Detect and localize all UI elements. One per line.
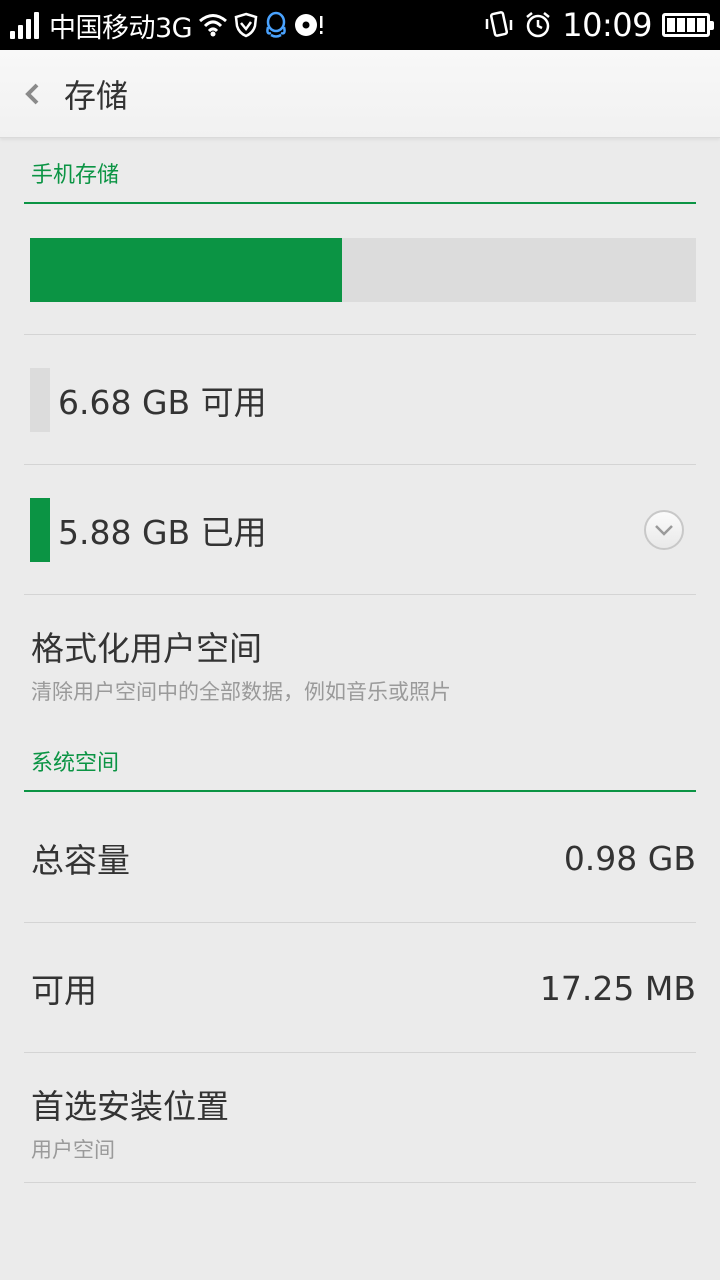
status-bar: 中国移动3G 10:09 xyxy=(0,0,720,50)
divider xyxy=(24,1182,696,1183)
preferred-install-location-title: 首选安装位置 xyxy=(31,1087,229,1126)
status-bar-left: 中国移动3G xyxy=(10,6,484,45)
used-swatch xyxy=(30,498,50,562)
format-user-space-title: 格式化用户空间 xyxy=(31,629,262,668)
alarm-icon xyxy=(524,11,552,39)
app-header: 存储 xyxy=(0,50,720,138)
preferred-install-location-item[interactable]: 首选安装位置 用户空间 xyxy=(24,1080,696,1164)
back-button[interactable] xyxy=(0,50,64,138)
storage-usage-fill xyxy=(30,238,342,302)
system-available-value: 17.25 MB xyxy=(539,968,696,1008)
system-available-row: 可用 17.25 MB xyxy=(24,923,696,1053)
section-header-system-space: 系统空间 xyxy=(24,746,696,792)
storage-usage-bar xyxy=(30,238,696,302)
carrier-name: 中国移动3G xyxy=(49,12,193,44)
page-title: 存储 xyxy=(64,76,129,115)
divider xyxy=(24,464,696,465)
system-available-label: 可用 xyxy=(31,971,97,1010)
format-user-space-item[interactable]: 格式化用户空间 清除用户空间中的全部数据，例如音乐或照片 xyxy=(24,622,696,706)
total-capacity-label: 总容量 xyxy=(31,841,130,880)
available-row: 6.68 GB 可用 xyxy=(30,368,696,432)
wifi-icon xyxy=(198,13,228,37)
status-bar-right: 10:09 xyxy=(484,6,714,44)
battery-icon xyxy=(662,13,714,37)
signal-icon xyxy=(10,11,39,39)
qq-icon xyxy=(264,11,288,39)
vibrate-icon xyxy=(484,11,514,39)
preferred-install-location-value: 用户空间 xyxy=(31,1138,115,1162)
divider xyxy=(24,334,696,335)
divider xyxy=(24,594,696,595)
chevron-down-icon xyxy=(655,525,673,536)
divider xyxy=(24,1052,696,1053)
total-capacity-row: 总容量 0.98 GB xyxy=(24,793,696,923)
expand-button[interactable] xyxy=(644,510,684,550)
music-icon xyxy=(294,12,324,38)
total-capacity-value: 0.98 GB xyxy=(563,838,696,878)
format-user-space-subtitle: 清除用户空间中的全部数据，例如音乐或照片 xyxy=(31,680,451,704)
shield-icon xyxy=(234,12,258,38)
used-label: 5.88 GB 已用 xyxy=(58,513,267,552)
used-row[interactable]: 5.88 GB 已用 xyxy=(30,498,696,562)
available-swatch xyxy=(30,368,50,432)
section-header-phone-storage: 手机存储 xyxy=(24,158,696,204)
chevron-left-icon xyxy=(25,83,39,104)
clock: 10:09 xyxy=(562,6,652,44)
available-label: 6.68 GB 可用 xyxy=(58,383,267,422)
